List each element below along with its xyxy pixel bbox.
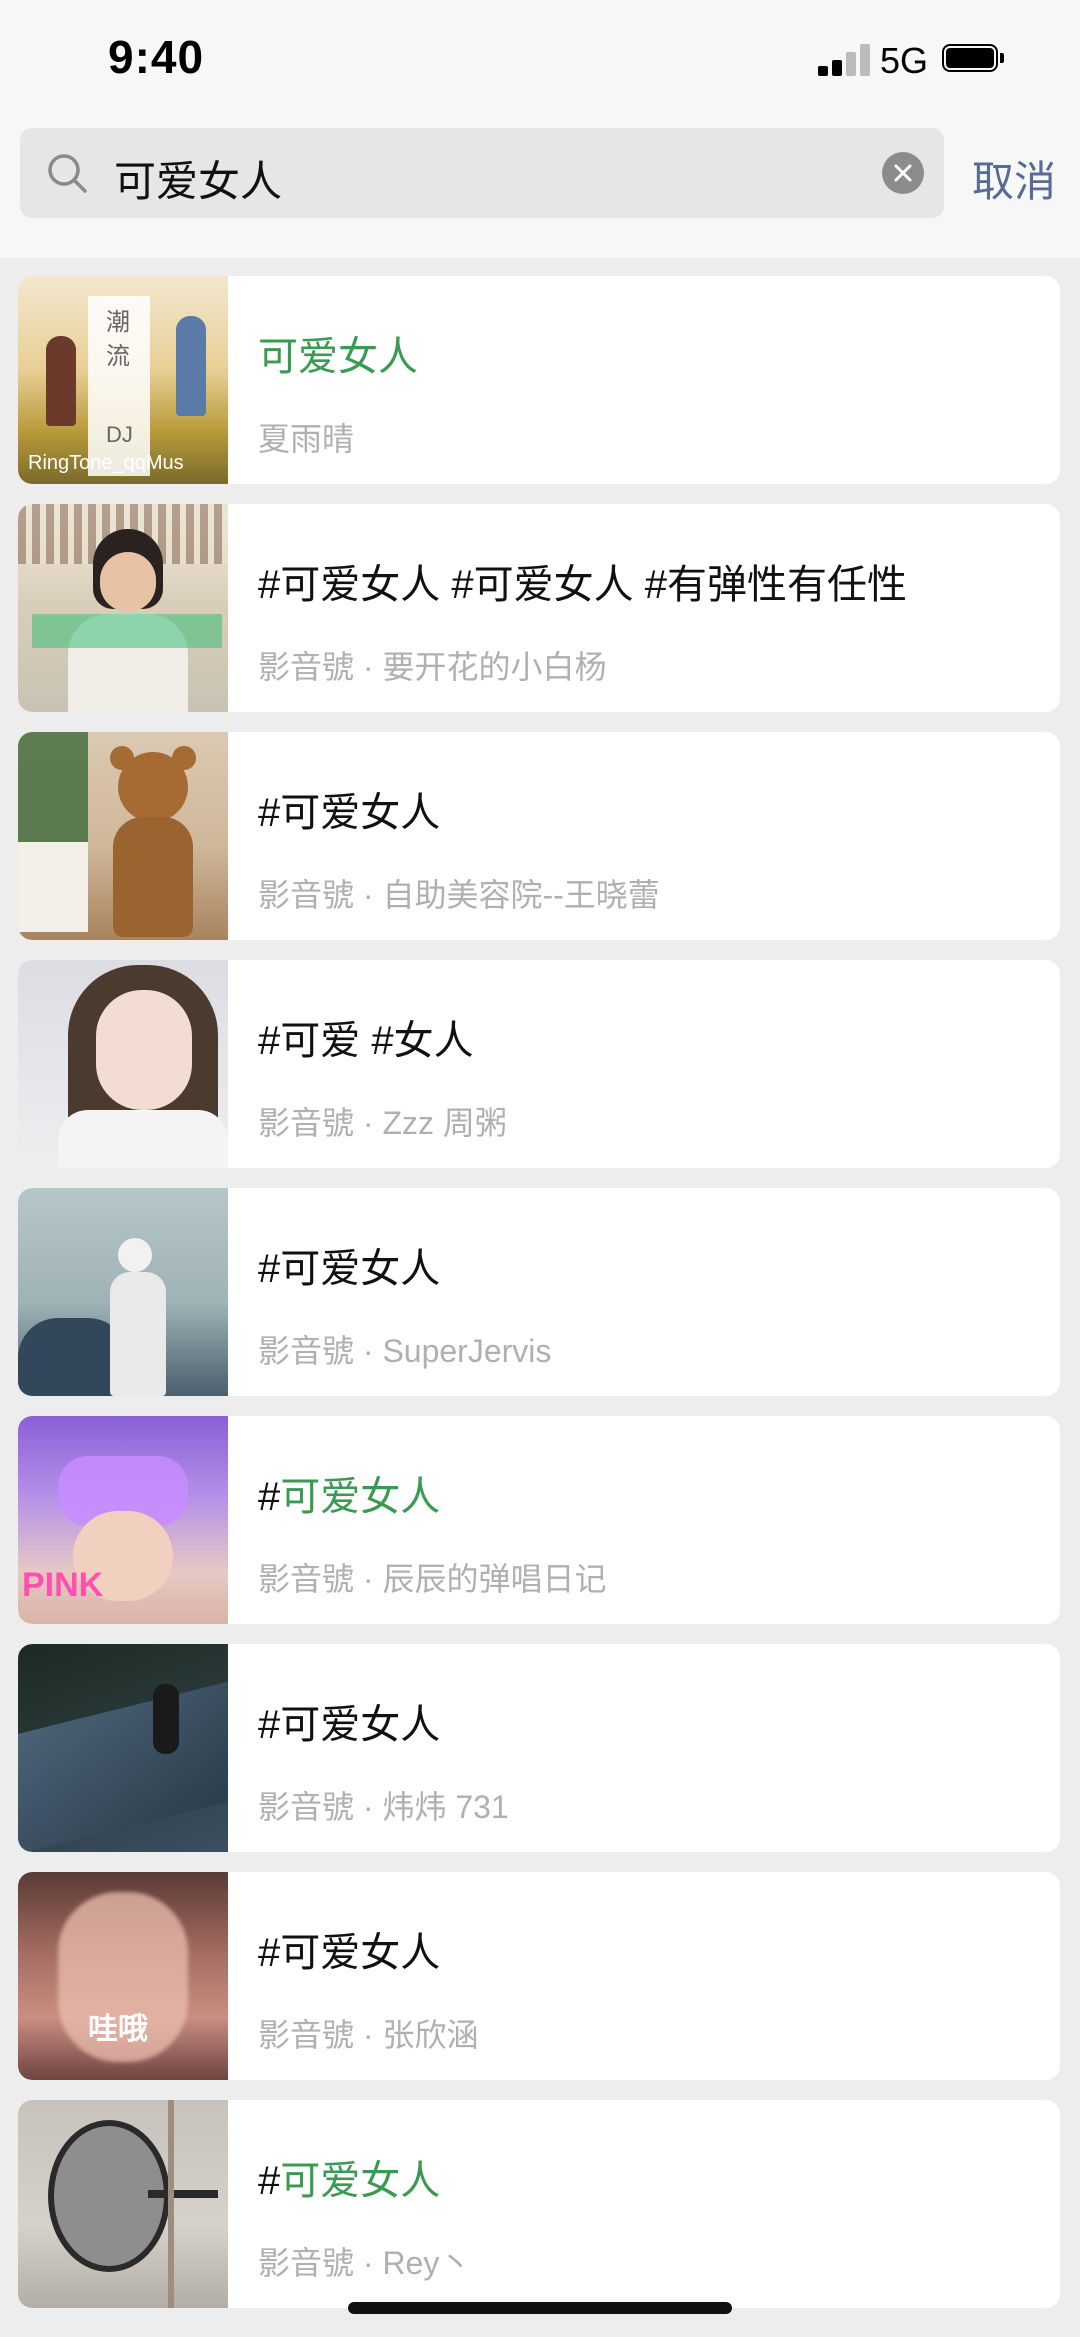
result-title: #可爱 #女人 (258, 1019, 474, 1063)
video-thumbnail (18, 732, 228, 940)
result-title: #可爱女人 (258, 2159, 441, 2203)
result-subtitle: 影音號 · 辰辰的弹唱日记 (258, 1561, 607, 1597)
video-thumbnail: 潮流 DJ RingTone_qqMus (18, 276, 228, 484)
video-thumbnail (18, 1644, 228, 1852)
cancel-button[interactable]: 取消 (972, 148, 1056, 209)
thumb-dj-text: DJ (106, 422, 133, 447)
video-thumbnail (18, 960, 228, 1168)
result-item[interactable]: PINK #可爱女人 影音號 · 辰辰的弹唱日记 (18, 1416, 1060, 1624)
cellular-signal-icon (818, 44, 870, 76)
search-input[interactable]: 可爱女人 (20, 128, 944, 218)
search-query-text[interactable]: 可爱女人 (114, 148, 282, 209)
result-title: #可爱女人 #可爱女人 #有弹性有任性 (258, 563, 907, 607)
video-thumbnail: PINK (18, 1416, 228, 1624)
thumb-caption-text: 哇哦 (88, 2013, 148, 2046)
result-title: #可爱女人 (258, 1247, 441, 1291)
result-item[interactable]: #可爱女人 #可爱女人 #有弹性有任性 影音號 · 要开花的小白杨 (18, 504, 1060, 712)
battery-icon (942, 44, 1006, 76)
result-item[interactable]: #可爱女人 影音號 · SuperJervis (18, 1188, 1060, 1396)
result-subtitle: 影音號 · Zzz 周粥 (258, 1105, 507, 1141)
result-item[interactable]: 哇哦 #可爱女人 影音號 · 张欣涵 (18, 1872, 1060, 2080)
result-item[interactable]: #可爱女人 影音號 · 自助美容院--王晓蕾 (18, 732, 1060, 940)
result-subtitle: 影音號 · 炜炜 731 (258, 1789, 509, 1825)
result-item[interactable]: 潮流 DJ RingTone_qqMus 可爱女人 夏雨晴 (18, 276, 1060, 484)
search-icon (48, 154, 87, 193)
result-title: #可爱女人 (258, 1475, 441, 1519)
result-title: #可爱女人 (258, 791, 441, 835)
result-item[interactable]: #可爱女人 影音號 · Rey丶 (18, 2100, 1060, 2308)
video-thumbnail (18, 1188, 228, 1396)
result-subtitle: 夏雨晴 (258, 421, 355, 457)
result-title: #可爱女人 (258, 1931, 441, 1975)
thumb-sticker-text: PINK (22, 1566, 104, 1604)
video-thumbnail (18, 504, 228, 712)
home-indicator[interactable] (348, 2302, 732, 2314)
result-subtitle: 影音號 · Rey丶 (258, 2245, 472, 2281)
result-item[interactable]: #可爱 #女人 影音號 · Zzz 周粥 (18, 960, 1060, 1168)
result-title: #可爱女人 (258, 1703, 441, 1747)
clear-icon[interactable] (882, 152, 924, 194)
result-item[interactable]: #可爱女人 影音號 · 炜炜 731 (18, 1644, 1060, 1852)
network-type: 5G (880, 40, 929, 81)
result-subtitle: 影音號 · SuperJervis (258, 1333, 552, 1369)
status-time: 9:40 (108, 31, 205, 83)
result-subtitle: 影音號 · 自助美容院--王晓蕾 (258, 877, 660, 913)
search-bar: 可爱女人 取消 (0, 118, 1080, 258)
video-thumbnail: 哇哦 (18, 1872, 228, 2080)
result-title: 可爱女人 (258, 335, 418, 379)
thumb-watermark: RingTone_qqMus (28, 452, 184, 474)
thumb-side-text: 潮流 (106, 309, 130, 370)
result-subtitle: 影音號 · 张欣涵 (258, 2017, 479, 2053)
status-bar: 9:40 5G (0, 0, 1080, 118)
result-subtitle: 影音號 · 要开花的小白杨 (258, 649, 607, 685)
video-thumbnail (18, 2100, 228, 2308)
